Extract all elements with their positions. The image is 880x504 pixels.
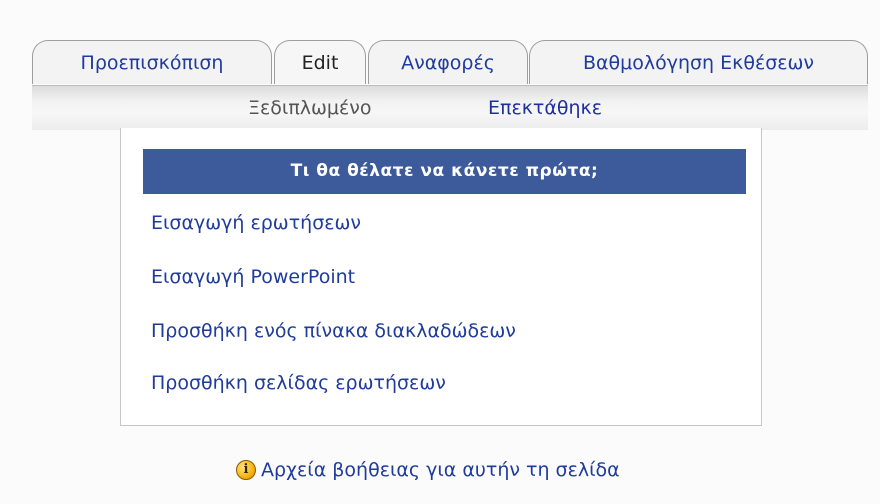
add-question-page-link[interactable]: Προσθήκη σελίδας ερωτήσεων <box>151 370 446 396</box>
help-files-link[interactable]: Αρχεία βοήθειας για αυτήν τη σελίδα <box>261 459 620 481</box>
help-line: i Αρχεία βοήθειας για αυτήν τη σελίδα <box>236 456 620 484</box>
subtab-collapsed: Ξεδιπλωμένο <box>248 97 372 119</box>
tab-preview[interactable]: Προεπισκόπιση <box>32 40 272 84</box>
info-icon: i <box>236 460 256 480</box>
tab-bar: Προεπισκόπιση Edit Αναφορές Βαθμολόγηση … <box>32 40 868 86</box>
add-branch-table-link[interactable]: Προσθήκη ενός πίνακα διακλαδώδεων <box>151 318 516 344</box>
import-questions-link[interactable]: Εισαγωγή ερωτήσεων <box>151 210 361 236</box>
tab-edit[interactable]: Edit <box>274 40 366 84</box>
tab-grade-essays[interactable]: Βαθμολόγηση Εκθέσεων <box>529 40 868 84</box>
tab-reports[interactable]: Αναφορές <box>368 40 528 84</box>
subtab-expanded[interactable]: Επεκτάθηκε <box>488 94 602 122</box>
panel-header: Τι θα θέλατε να κάνετε πρώτα; <box>143 149 746 194</box>
sub-tab-bar: Ξεδιπλωμένο Επεκτάθηκε <box>32 85 868 130</box>
first-action-panel: Τι θα θέλατε να κάνετε πρώτα; Εισαγωγή ε… <box>120 128 762 426</box>
import-powerpoint-link[interactable]: Εισαγωγή PowerPoint <box>151 264 355 290</box>
